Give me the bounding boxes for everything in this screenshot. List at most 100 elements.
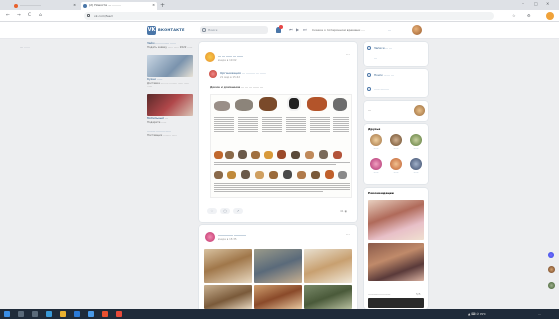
new-tab-button[interactable]: + xyxy=(160,2,165,9)
ad-image[interactable] xyxy=(147,55,193,77)
vk-user-avatar[interactable] xyxy=(412,25,422,35)
share-button[interactable]: ↗ xyxy=(233,208,243,214)
browser-tab-2[interactable]: (2) Новости — ……… × xyxy=(81,2,157,10)
floating-app-icon[interactable] xyxy=(548,252,554,258)
browser-tab-1[interactable]: ………………… × xyxy=(12,2,78,10)
friend-avatar[interactable] xyxy=(370,134,382,146)
community-label[interactable]: …………………… xyxy=(368,292,390,296)
right-search-item[interactable]: Поиск … … … xyxy=(374,73,394,77)
windows-start-icon[interactable] xyxy=(4,311,10,317)
friend-name[interactable]: …… xyxy=(389,171,403,174)
ad-item[interactable]: Мобильный … Подарите …… xyxy=(147,94,195,124)
animal-hedgehog xyxy=(214,101,230,111)
extensions-icon[interactable]: ⚙ xyxy=(527,13,531,18)
post-author[interactable]: …………… ………… xyxy=(218,233,246,237)
windows-taskbar: ▲ ⌨ ∅ РУС … xyxy=(0,309,559,319)
community-photo[interactable] xyxy=(368,200,424,240)
ad-item[interactable]: Займ …………… …… Подать заявку …… …… 2022 …… xyxy=(147,41,195,49)
close-tab-icon[interactable]: × xyxy=(152,3,155,7)
play-icon[interactable]: ▶ xyxy=(296,27,299,32)
friend-avatar[interactable] xyxy=(390,134,402,146)
repost-avatar[interactable] xyxy=(209,70,217,78)
post-author[interactable]: … … …… … …… xyxy=(218,54,243,58)
friend-avatar[interactable] xyxy=(410,158,422,170)
animal-caption xyxy=(310,117,330,133)
close-window-button[interactable]: ✕ xyxy=(546,1,549,6)
friend-name[interactable]: …… xyxy=(369,147,383,150)
address-bar[interactable]: vk.com/feed xyxy=(84,12,494,20)
friend-name[interactable]: …… xyxy=(409,147,423,150)
mail-icon[interactable] xyxy=(88,311,94,317)
post-date[interactable]: вчера в 10:02 xyxy=(218,59,237,62)
ad-text: Подарите …… xyxy=(147,121,167,124)
post-photo[interactable] xyxy=(304,285,352,309)
group-avatar[interactable] xyxy=(205,232,215,242)
post-image-animals[interactable] xyxy=(210,94,352,198)
vk-brand[interactable]: ВКОНТАКТЕ xyxy=(158,28,185,32)
vk-search-input[interactable]: Поиск xyxy=(200,26,268,34)
ad-item[interactable]: ……… ……… …… Поставщик ……… …… xyxy=(147,130,195,137)
app-icon[interactable] xyxy=(102,311,108,317)
right-profile-avatar[interactable] xyxy=(414,105,425,116)
task-view-icon[interactable] xyxy=(32,311,38,317)
animal-hare xyxy=(338,171,347,179)
friends-title[interactable]: Друзья xyxy=(368,127,380,131)
animal-bear xyxy=(307,97,327,111)
repost-source[interactable]: Организация … ……… … …… xyxy=(220,71,266,75)
friend-avatar[interactable] xyxy=(410,134,422,146)
post-photo[interactable] xyxy=(304,249,352,283)
forward-button[interactable]: → xyxy=(17,13,21,18)
folder-icon[interactable] xyxy=(60,311,66,317)
community-photo[interactable] xyxy=(368,298,424,308)
animal-caption xyxy=(333,117,349,133)
close-tab-icon[interactable]: × xyxy=(73,3,76,7)
right-menu-item[interactable]: … xyxy=(374,56,377,60)
prev-track-icon[interactable]: ⏮ xyxy=(289,27,293,32)
group-avatar[interactable] xyxy=(205,52,215,62)
post-date[interactable]: вчера в 15:35 xyxy=(218,238,237,241)
floating-avatar[interactable] xyxy=(548,282,555,289)
post-photo[interactable] xyxy=(254,249,302,283)
star-icon[interactable]: ☆ xyxy=(512,13,516,18)
right-menu-item[interactable]: Записи … … xyxy=(374,46,392,50)
community-photo[interactable] xyxy=(368,243,424,281)
floating-avatar[interactable] xyxy=(548,266,555,273)
like-button[interactable]: ♡ xyxy=(207,208,217,214)
chrome-icon[interactable] xyxy=(116,311,122,317)
clock[interactable]: … xyxy=(538,312,541,316)
animal-lynx xyxy=(325,170,334,179)
animal-boar xyxy=(235,99,253,111)
system-tray[interactable]: ▲ ⌨ ∅ РУС xyxy=(468,312,486,316)
maximize-button[interactable]: □ xyxy=(534,1,538,6)
post-photo[interactable] xyxy=(254,285,302,309)
ad-item[interactable]: Кухни …… Доставка ……… ……… …… …… …… xyxy=(147,55,195,88)
post-photo[interactable] xyxy=(204,249,252,283)
back-button[interactable]: ← xyxy=(6,13,10,18)
right-profile-label[interactable]: … xyxy=(368,108,371,112)
post-photo[interactable] xyxy=(204,285,252,309)
store-icon[interactable] xyxy=(74,311,80,317)
ad-image[interactable] xyxy=(147,94,193,117)
friend-name[interactable]: …… xyxy=(389,147,403,150)
friend-name[interactable]: …… xyxy=(369,171,383,174)
vk-user-name[interactable]: … xyxy=(388,28,391,32)
next-track-icon[interactable]: ⏭ xyxy=(303,27,307,32)
friend-avatar[interactable] xyxy=(390,158,402,170)
animal-pig xyxy=(333,151,342,159)
right-settings-item[interactable]: …… ……… xyxy=(374,87,389,91)
profile-avatar[interactable] xyxy=(546,12,554,20)
minimize-button[interactable]: – xyxy=(522,1,524,6)
comment-button[interactable]: ◯ xyxy=(220,208,230,214)
reload-button[interactable]: C xyxy=(28,13,31,18)
friend-name[interactable]: …… xyxy=(409,171,423,174)
edge-icon[interactable] xyxy=(46,311,52,317)
search-icon[interactable] xyxy=(18,311,24,317)
community-title[interactable]: Рекомендации xyxy=(368,191,394,195)
url-text: vk.com/feed xyxy=(94,14,113,18)
animal-caption xyxy=(214,162,350,166)
vk-logo[interactable]: VK xyxy=(147,26,156,35)
player-track-text[interactable]: Сказка о потерянном времени …. xyxy=(312,28,365,32)
friend-avatar[interactable] xyxy=(370,158,382,170)
home-button[interactable]: ⌂ xyxy=(39,13,42,18)
left-menu-item[interactable]: — …… xyxy=(20,45,30,49)
